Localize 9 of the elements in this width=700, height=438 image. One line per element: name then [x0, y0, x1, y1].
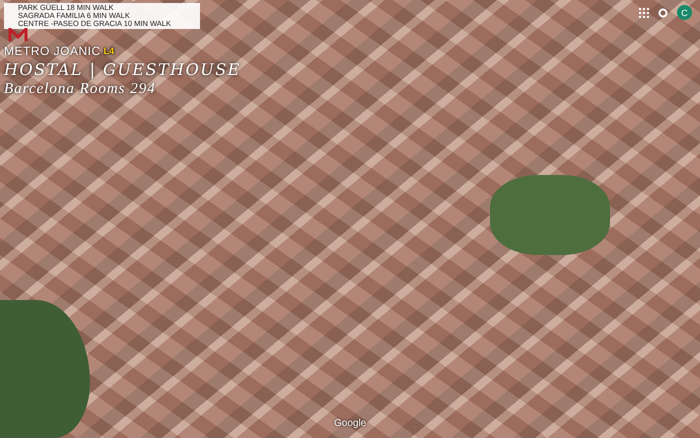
account-avatar[interactable]: C — [677, 5, 692, 20]
metro-line-text: L4 — [104, 46, 114, 56]
metro-station-text: METRO JOANIC — [4, 44, 101, 58]
ring-icon[interactable] — [658, 8, 668, 18]
map-attribution: Google — [334, 418, 366, 429]
metro-m-icon — [8, 28, 28, 42]
apps-grid-icon[interactable] — [639, 8, 649, 18]
hostal-subtitle: Barcelona Rooms 294 — [4, 81, 157, 98]
hostal-title: HOSTAL | GUESTHOUSE — [4, 60, 241, 79]
